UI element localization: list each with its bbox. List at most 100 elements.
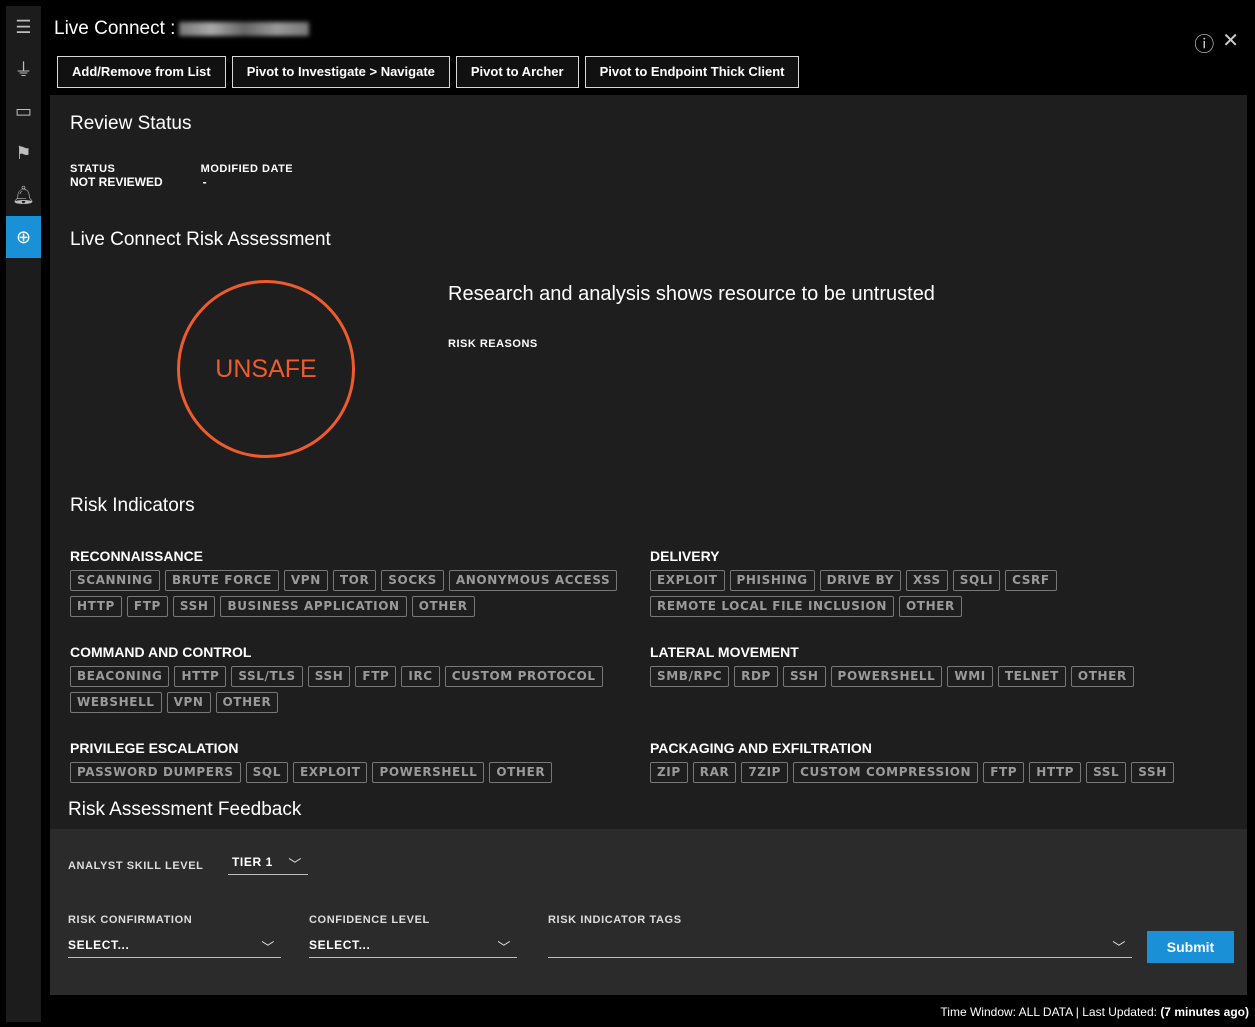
indicator-tag: 7ZIP <box>741 762 789 783</box>
time-window-text: Time Window: ALL DATA | Last Updated: <box>940 1005 1157 1019</box>
indicator-tag: FTP <box>355 666 397 687</box>
indicator-tag: BRUTE FORCE <box>164 570 279 591</box>
sidebar: ☰ ⏚ ▭ ⚑ 🔔︎ ⊕ <box>6 6 41 1022</box>
risk-confirmation-select[interactable]: SELECT... ﹀ <box>68 932 281 958</box>
feedback-title: Risk Assessment Feedback <box>68 799 302 820</box>
indicator-tag: HTTP <box>1029 762 1082 783</box>
indicator-tag: EXPLOIT <box>292 762 368 783</box>
indicator-tag: POWERSHELL <box>372 762 485 783</box>
indicator-tag: WMI <box>947 666 993 687</box>
indicator-tag: WEBSHELL <box>70 692 162 713</box>
indicator-tag: DRIVE BY <box>819 570 901 591</box>
chevron-down-icon: ﹀ <box>497 940 511 955</box>
confidence-level-label: CONFIDENCE LEVEL <box>309 914 430 926</box>
indicator-tag: SCANNING <box>70 570 160 591</box>
status-label: STATUS <box>70 163 116 175</box>
submit-button[interactable]: Submit <box>1147 931 1234 963</box>
title-bar: Live Connect : ⓘ ✕ <box>42 6 1249 56</box>
status-field: STATUS NOT REVIEWED <box>70 163 163 189</box>
tag-list: EXPLOIT PHISHING DRIVE BY XSS SQLI CSRF REMOTE… <box>650 570 1230 617</box>
list-icon[interactable]: ☰ <box>6 6 41 48</box>
pivot-icon[interactable]: ⏚ <box>6 48 41 90</box>
indicator-tag: XSS <box>905 570 948 591</box>
risk-confirmation-label: RISK CONFIRMATION <box>68 914 193 926</box>
indicator-tag: VPN <box>283 570 328 591</box>
indicator-tag: VPN <box>166 692 211 713</box>
verdict-text: UNSAFE <box>215 354 317 383</box>
chevron-down-icon: ﹀ <box>261 940 275 955</box>
pivot-endpoint-button[interactable]: Pivot to Endpoint Thick Client <box>584 56 800 88</box>
indicator-tag: OTHER <box>1070 666 1134 687</box>
indicator-tag: BUSINESS APPLICATION <box>220 596 407 617</box>
risk-assessment-title: Live Connect Risk Assessment <box>70 229 331 250</box>
risk-reasons-label: RISK REASONS <box>448 338 538 350</box>
indicator-tag: SSH <box>307 666 351 687</box>
analyst-skill-value: TIER 1 <box>232 855 273 869</box>
assessment-headline: Research and analysis shows resource to … <box>448 283 935 305</box>
modified-date-field: MODIFIED DATE - <box>201 163 293 189</box>
indicator-tag: CUSTOM COMPRESSION <box>793 762 979 783</box>
add-remove-list-button[interactable]: Add/Remove from List <box>57 56 226 88</box>
category-delivery: DELIVERY EXPLOIT PHISHING DRIVE BY XSS SQLI C… <box>650 548 1230 617</box>
indicator-tag: SSL <box>1086 762 1127 783</box>
status-footer: Time Window: ALL DATA | Last Updated: (7… <box>940 1005 1249 1019</box>
indicator-tag: OTHER <box>899 596 962 617</box>
chevron-down-icon: ﹀ <box>1112 940 1126 955</box>
category-name: DELIVERY <box>650 548 720 564</box>
indicator-tag: FTP <box>126 596 168 617</box>
close-icon[interactable]: ✕ <box>1222 28 1239 57</box>
indicator-tag: SSH <box>1131 762 1174 783</box>
category-name: COMMAND AND CONTROL <box>70 644 252 660</box>
indicator-tag: CUSTOM PROTOCOL <box>444 666 603 687</box>
category-packaging-exfiltration: PACKAGING AND EXFILTRATION ZIP RAR 7ZIP CUS… <box>650 740 1230 783</box>
live-connect-window: ☰ ⏚ ▭ ⚑ 🔔︎ ⊕ Live Connect : ⓘ ✕ Add/Remo… <box>0 0 1255 1027</box>
hosts-icon[interactable]: ▭ <box>6 90 41 132</box>
indicator-tag: OTHER <box>489 762 553 783</box>
chevron-down-icon: ﹀ <box>288 857 302 872</box>
window-controls: ⓘ ✕ <box>1194 28 1239 57</box>
verdict-circle: UNSAFE <box>177 280 355 458</box>
indicator-tag: POWERSHELL <box>830 666 943 687</box>
pivot-investigate-button[interactable]: Pivot to Investigate > Navigate <box>231 56 450 88</box>
indicator-tag: SSH <box>172 596 216 617</box>
category-lateral-movement: LATERAL MOVEMENT SMB/RPC RDP SSH POWERSHELL… <box>650 644 1230 687</box>
indicator-tag: TELNET <box>997 666 1066 687</box>
indicator-tag: SQL <box>245 762 288 783</box>
indicator-tag: CSRF <box>1005 570 1057 591</box>
indicator-tag: RAR <box>692 762 737 783</box>
pivot-archer-button[interactable]: Pivot to Archer <box>455 56 579 88</box>
indicator-tag: PASSWORD DUMPERS <box>70 762 241 783</box>
tag-list: PASSWORD DUMPERS SQL EXPLOIT POWERSHELL OTHE… <box>70 762 630 783</box>
risk-indicator-tags-select[interactable]: ﹀ <box>548 932 1132 958</box>
indicator-tag: SSL/TLS <box>231 666 303 687</box>
confidence-level-select[interactable]: SELECT... ﹀ <box>309 932 517 958</box>
globe-icon[interactable]: ⊕ <box>6 216 41 258</box>
indicator-tag: SSH <box>782 666 826 687</box>
last-updated-value: (7 minutes ago) <box>1160 1005 1249 1019</box>
indicator-tag: EXPLOIT <box>650 570 725 591</box>
modified-date-label: MODIFIED DATE <box>200 163 294 175</box>
indicator-tag: HTTP <box>70 596 122 617</box>
modified-date-value: - <box>202 175 207 189</box>
risk-confirmation-value: SELECT... <box>68 938 130 952</box>
window-title: Live Connect : <box>54 18 310 40</box>
category-name: RECONNAISSANCE <box>70 548 204 564</box>
analyst-skill-select[interactable]: TIER 1 ﹀ <box>228 849 308 875</box>
analyst-skill-label: ANALYST SKILL LEVEL <box>68 860 204 872</box>
action-toolbar: Add/Remove from List Pivot to Investigat… <box>57 56 800 88</box>
category-name: PRIVILEGE ESCALATION <box>70 740 239 756</box>
indicator-tag: SMB/RPC <box>650 666 730 687</box>
risk-indicator-tags-label: RISK INDICATOR TAGS <box>548 914 682 926</box>
help-circle-icon[interactable]: ⓘ <box>1194 28 1214 57</box>
review-status-row: STATUS NOT REVIEWED MODIFIED DATE - <box>70 163 293 189</box>
tag-list: SCANNING BRUTE FORCE VPN TOR SOCKS ANONYMOUS … <box>70 570 630 617</box>
category-name: LATERAL MOVEMENT <box>650 644 799 660</box>
status-value: NOT REVIEWED <box>70 175 163 189</box>
indicator-tag: HTTP <box>174 666 227 687</box>
flag-icon[interactable]: ⚑ <box>6 132 41 174</box>
redacted-ip <box>179 21 310 36</box>
alert-icon[interactable]: 🔔︎ <box>6 174 41 216</box>
indicator-tag: FTP <box>983 762 1025 783</box>
risk-indicators-title: Risk Indicators <box>70 495 195 516</box>
tag-list: SMB/RPC RDP SSH POWERSHELL WMI TELNET OTHER <box>650 666 1230 687</box>
